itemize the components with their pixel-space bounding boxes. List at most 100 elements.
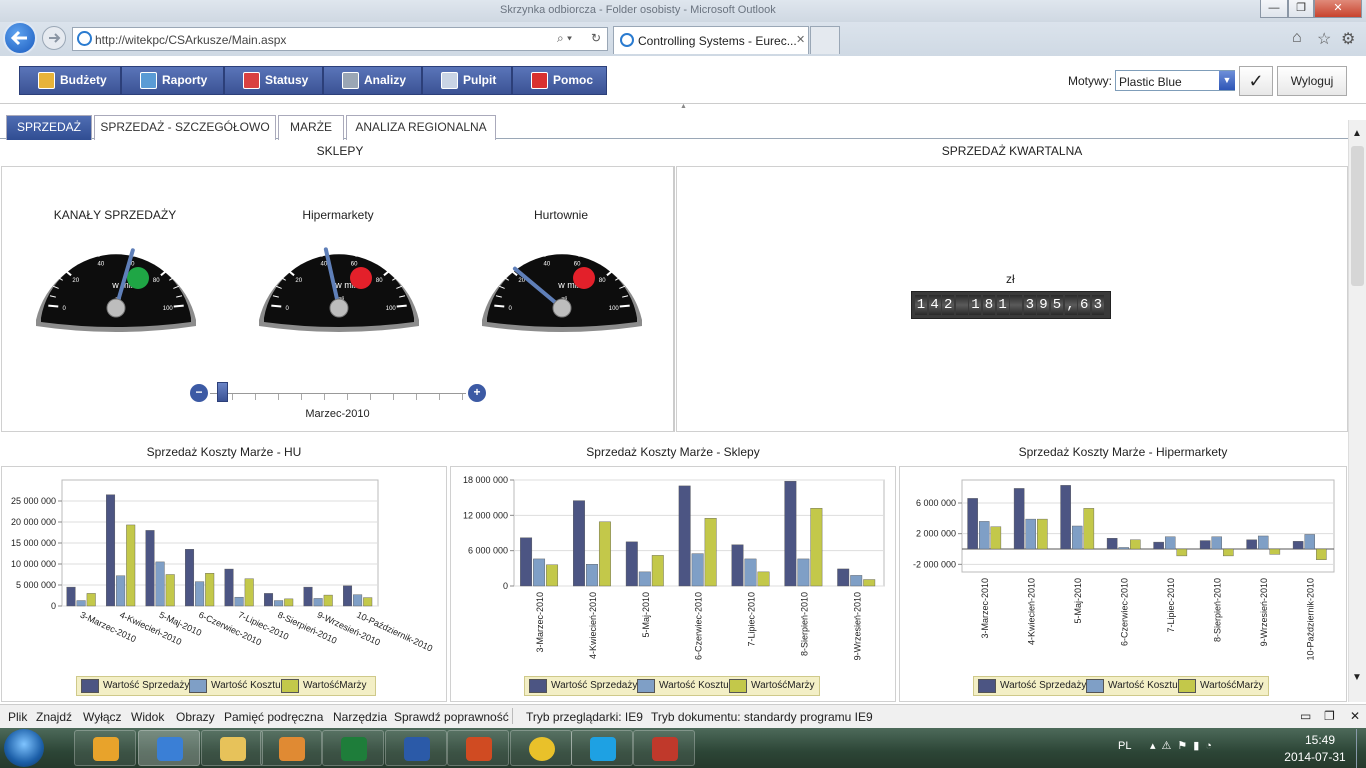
command-menu-item[interactable]: Wyłącz [83,710,122,724]
command-menu-item[interactable]: Pamięć podręczna [224,710,323,724]
gauge-title: Hipermarkety [302,208,374,222]
gauge-tick [365,250,369,257]
browser-mode[interactable]: Tryb przeglądarki: IE9 [526,710,643,724]
bar [1060,485,1071,550]
tray-icons[interactable]: ▴⚠⚑▮◔ [1150,739,1218,752]
devtools-close-icon[interactable]: ✕ [1350,709,1360,723]
maximize-button[interactable]: ❐ [1288,0,1314,18]
bar [116,575,126,607]
taskbar-file-explorer[interactable] [201,730,263,766]
back-button[interactable] [3,21,37,55]
minimize-button[interactable]: — [1260,0,1288,18]
taskbar-powerpoint[interactable] [447,730,509,766]
theme-select[interactable]: Plastic Blue ▼ [1115,70,1235,91]
start-button[interactable] [4,729,44,767]
legend-swatch [281,679,299,693]
slider-plus-button[interactable]: + [468,384,486,402]
chart-legend: Wartość Sprzedaży Wartość Kosztu WartośćMa… [524,676,820,696]
taskbar-word[interactable] [385,730,447,766]
chevron-down-icon[interactable]: ▼ [1219,71,1235,90]
tab-sprzedaz-szczegolowo[interactable]: SPRZEDAŻ - SZCZEGÓŁOWO [94,115,276,140]
bar [195,581,205,607]
command-menu-item[interactable]: Znajdź [36,710,72,724]
command-menu-item[interactable]: Obrazy [176,710,215,724]
refresh-icon[interactable]: ↻ [591,31,601,45]
bar [264,593,274,607]
menu-statusy-button[interactable]: Statusy [224,66,323,95]
taskbar-toolbox[interactable] [633,730,695,766]
scroll-up-icon[interactable]: ▲ [1352,128,1362,139]
y-tick-label: -2 000 000 [913,559,956,569]
scroll-thumb[interactable] [1351,146,1364,286]
forward-button[interactable] [42,26,66,50]
bar [744,558,757,587]
toolbox-icon [652,737,678,761]
devtools-minimize-icon[interactable]: ▭ [1300,709,1311,723]
home-icon[interactable]: ⌂ [1292,29,1302,47]
bar [837,568,850,587]
collapse-header-icon[interactable]: ▲ [680,103,687,110]
document-mode[interactable]: Tryb dokumentu: standardy programu IE9 [651,710,873,724]
taskbar-media[interactable] [260,730,322,766]
taskbar-skype[interactable] [571,730,633,766]
language-indicator[interactable]: PL [1118,740,1131,752]
devtools-popout-icon[interactable]: ❐ [1324,709,1335,723]
page-scrollbar[interactable]: ▲ ▼ [1348,120,1366,702]
counter-digit: 1 [915,295,927,315]
window-title-bar: Skrzynka odbiorcza - Folder osobisty - M… [0,0,1366,22]
address-bar[interactable]: http://witekpc/CSArkusze/Main.aspx ⌕ ▾ ↻ [72,27,608,51]
gauge-tick [150,255,155,261]
x-tick-label: 4-Kwiecień-2010 [588,592,598,659]
checkmark-icon: ✓ [1248,71,1264,91]
menu-pomoc-button[interactable]: Pomoc [512,66,607,95]
command-menu-item[interactable]: Narzędzia [333,710,387,724]
taskbar-chrome[interactable] [510,730,572,766]
gauge-tick [48,304,59,308]
gauge-tick [373,255,378,261]
gauge-tick-label: 60 [574,261,581,267]
media-icon [279,737,305,761]
show-desktop-button[interactable] [1356,729,1366,768]
logout-button[interactable]: Wyloguj [1277,66,1347,96]
bar [1269,548,1281,555]
gauge-tick [541,246,547,257]
clock-date[interactable]: 2014-07-31 [1280,750,1350,764]
command-menu-item[interactable]: Sprawdź poprawność [394,710,509,724]
legend-label: Wartość Sprzedaży [103,680,190,691]
gauge-tick-label: 40 [544,261,551,267]
ie-tab-icon [620,33,634,47]
tab-sprzedaz[interactable]: SPRZEDAŻ [6,115,92,140]
x-tick-label: 3-Marzec-2010 [980,578,990,639]
favorites-star-icon[interactable]: ☆ [1317,29,1331,49]
menu-analizy-button[interactable]: Analizy [323,66,422,95]
menu-budzety-button[interactable]: Budżety [19,66,121,95]
tab-marze[interactable]: MARŻE [278,115,344,140]
bar [625,541,638,587]
tab-analiza-regionalna[interactable]: ANALIZA REGIONALNA [346,115,496,140]
y-tick-label: 25 000 000 [11,496,56,506]
browser-tab-active[interactable]: Controlling Systems - Eurec... ✕ [613,26,809,54]
menu-raporty-button[interactable]: Raporty [121,66,224,95]
command-menu-item[interactable]: Widok [131,710,164,724]
tab-close-icon[interactable]: ✕ [796,33,805,46]
skype-icon [590,737,616,761]
slider-minus-button[interactable]: − [190,384,208,402]
close-button[interactable]: ✕ [1314,0,1362,18]
command-menu-item[interactable]: Plik [8,710,27,724]
scroll-down-icon[interactable]: ▼ [1352,672,1362,683]
slider-handle[interactable] [217,382,228,402]
search-icon[interactable]: ⌕ ▾ [557,31,572,46]
analysis-icon [342,72,359,89]
clock-time[interactable]: 15:49 [1290,733,1350,747]
taskbar-excel[interactable] [322,730,384,766]
settings-gear-icon[interactable]: ⚙ [1341,29,1355,49]
gauge-tick [577,246,583,257]
slider-track[interactable] [210,393,466,394]
gauge-tick [157,261,163,267]
apply-theme-button[interactable]: ✓ [1239,66,1273,96]
menu-pulpit-button[interactable]: Pulpit [422,66,512,95]
taskbar-internet-explorer[interactable] [138,730,200,766]
x-tick-label: 5-Maj-2010 [641,592,651,638]
new-tab-button[interactable] [810,26,840,54]
taskbar-outlook[interactable] [74,730,136,766]
